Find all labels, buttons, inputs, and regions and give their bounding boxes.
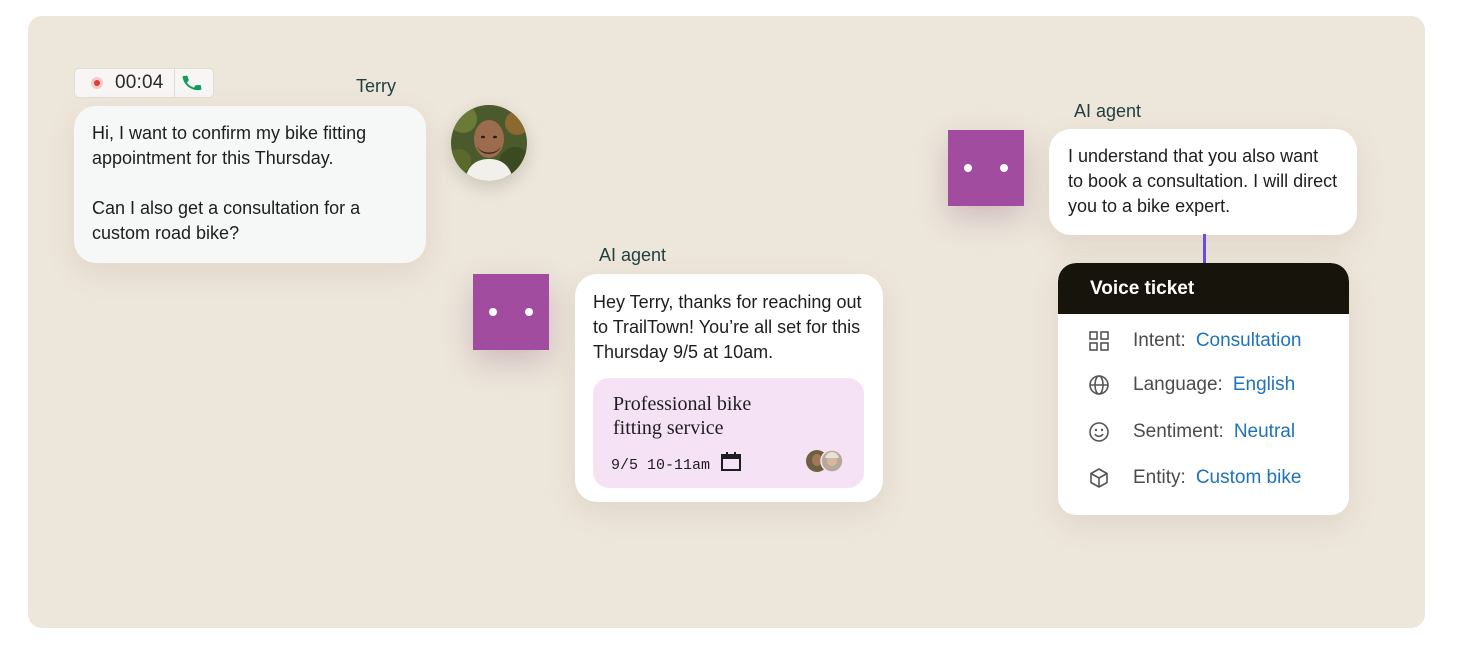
call-timer: 00:04 — [115, 72, 164, 93]
agent-message-text-2: I understand that you also want to book … — [1068, 146, 1338, 216]
agent-eye-icon — [1000, 164, 1008, 172]
ticket-connector-line — [1203, 234, 1206, 264]
ticket-value-language[interactable]: English — [1233, 374, 1295, 396]
user-photo-icon — [451, 105, 527, 181]
voice-ticket-title: Voice ticket — [1058, 263, 1349, 314]
ticket-row-entity: Entity: Custom bike — [1088, 465, 1301, 491]
user-avatar — [451, 105, 527, 181]
attendee-avatars-icon — [806, 449, 844, 473]
ticket-value-entity[interactable]: Custom bike — [1196, 467, 1302, 489]
call-status-pill: 00:04 — [74, 68, 214, 98]
grid-icon — [1089, 331, 1109, 351]
agent-eye-icon — [525, 308, 533, 316]
cube-icon — [1090, 468, 1108, 488]
appointment-title: Professional bike fitting service — [613, 393, 752, 439]
phone-icon[interactable] — [181, 72, 203, 94]
calendar-icon — [721, 452, 741, 471]
voice-ticket-card: Voice ticket Intent: Consultation Langua… — [1058, 263, 1349, 515]
agent-name-label-2: AI agent — [1074, 101, 1142, 121]
agent-message-bubble-1: Hey Terry, thanks for reaching out to Tr… — [575, 274, 883, 502]
ticket-row-intent: Intent: Consultation — [1088, 328, 1301, 354]
agent-name-label-1: AI agent — [599, 245, 667, 265]
user-message-bubble: Hi, I want to confirm my bike fitting ap… — [74, 106, 426, 263]
smiley-icon — [1089, 422, 1109, 442]
ticket-row-language: Language: English — [1088, 372, 1295, 398]
user-message-line-2: Can I also get a consultation for a cust… — [92, 198, 361, 243]
appointment-time: 9/5 10-11am — [611, 457, 711, 474]
ticket-label-sentiment: Sentiment: — [1133, 421, 1224, 442]
recording-indicator-icon — [91, 77, 103, 89]
appointment-card[interactable]: Professional bike fitting service 9/5 10… — [593, 378, 864, 488]
ticket-value-sentiment[interactable]: Neutral — [1234, 421, 1295, 443]
globe-icon — [1089, 375, 1109, 395]
ai-agent-avatar-2 — [948, 130, 1024, 206]
ticket-label-intent: Intent: — [1133, 330, 1186, 351]
agent-message-bubble-2: I understand that you also want to book … — [1049, 129, 1357, 235]
ticket-label-entity: Entity: — [1133, 467, 1186, 488]
user-message-line-1: Hi, I want to confirm my bike fitting ap… — [92, 123, 367, 168]
ticket-label-language: Language: — [1133, 374, 1223, 395]
pill-divider — [173, 68, 175, 98]
ticket-value-intent[interactable]: Consultation — [1196, 330, 1302, 352]
agent-eye-icon — [964, 164, 972, 172]
agent-message-text-1: Hey Terry, thanks for reaching out to Tr… — [593, 292, 862, 362]
agent-eye-icon — [489, 308, 497, 316]
user-name-label: Terry — [356, 76, 396, 96]
ai-agent-avatar-1 — [473, 274, 549, 350]
ticket-row-sentiment: Sentiment: Neutral — [1088, 419, 1295, 445]
